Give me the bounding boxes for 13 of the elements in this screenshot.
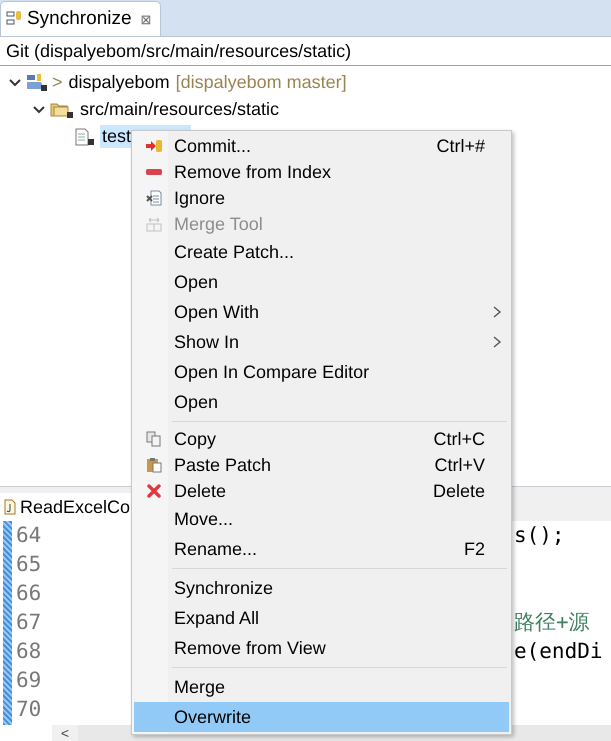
line-number: 64: [15, 522, 42, 549]
line-number: 65: [15, 551, 42, 578]
code-text: 路径+源: [514, 610, 590, 634]
code-text: s();: [514, 523, 565, 547]
line-number: 70: [15, 696, 42, 723]
branch-label: [dispalyebom master]: [176, 72, 347, 93]
line-number: 69: [15, 667, 42, 694]
line-number: 66: [15, 580, 42, 607]
changed-marker: >: [52, 72, 63, 93]
line-number: 67: [15, 609, 42, 636]
sync-header: Git (dispalyebom/src/main/resources/static): [0, 37, 611, 66]
code-text: e(endDi: [514, 639, 603, 663]
line-number: 68: [15, 638, 42, 665]
